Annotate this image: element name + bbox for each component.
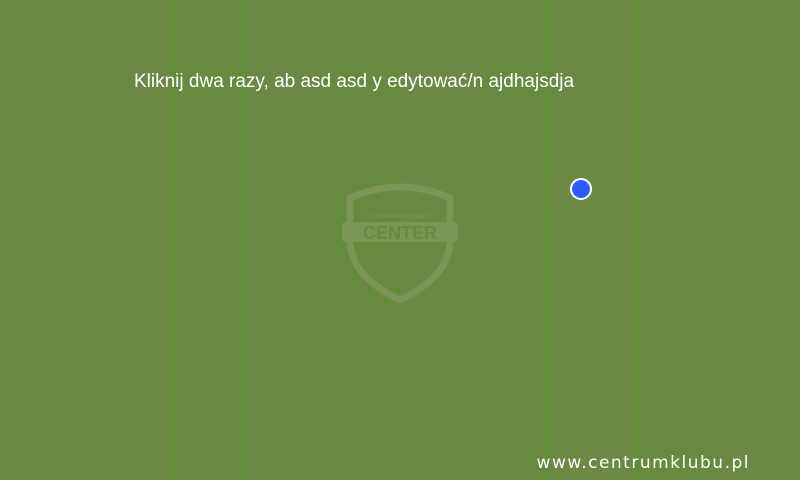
pitch-stripe [708,0,785,480]
pitch-stripe [15,0,92,480]
svg-text:CLUB MANAGEMENT: CLUB MANAGEMENT [369,214,431,220]
pitch-stripe [785,0,800,480]
player-marker[interactable] [570,178,592,200]
svg-text:CENTER: CENTER [363,223,437,243]
club-center-logo-watermark: CLUB MANAGEMENT CENTER [342,183,458,304]
football-pitch: CLUB MANAGEMENT CENTER Kliknij dwa razy,… [0,0,800,480]
website-url: www.centrumklubu.pl [536,453,750,473]
pitch-stripe [631,0,708,480]
editable-text-label[interactable]: Kliknij dwa razy, ab asd asd y edytować/… [134,71,574,93]
